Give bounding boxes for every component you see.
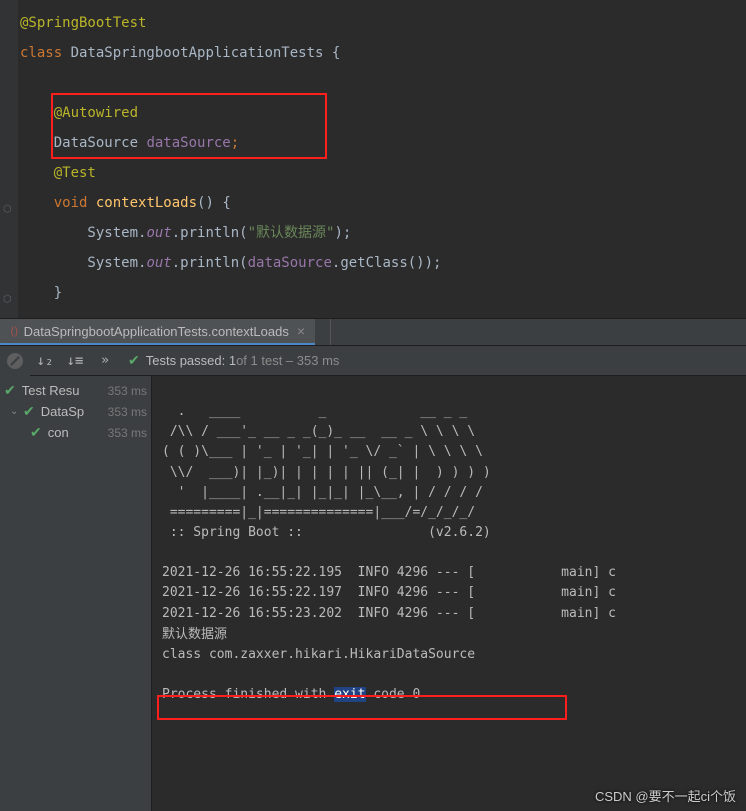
console-output[interactable]: . ____ _ __ _ _ /\\ / ___'_ __ _ _(_)_ _…	[152, 376, 746, 811]
out-1: out	[146, 225, 171, 241]
ascii-art-3: ( ( )\___ | '_ | '_| | '_ \/ _` | \ \ \ …	[162, 444, 483, 459]
tree-root-time: 353 ms	[108, 384, 147, 398]
check-icon: ✔	[23, 403, 35, 420]
log-line-3: 2021-12-26 16:55:23.202 INFO 4296 --- [ …	[162, 606, 616, 621]
exit-highlighted: exit	[334, 687, 365, 702]
annotation-test: @Test	[54, 165, 96, 181]
method-contextloads: contextLoads	[96, 195, 197, 211]
bottom-panel: ✔ Test Resu 353 ms ⌄ ✔ DataSp 353 ms ✔ c…	[0, 376, 746, 811]
ascii-art-4: \\/ ___)| |_)| | | | | || (_| | ) ) ) )	[162, 465, 491, 480]
tab-label: DataSpringbootApplicationTests.contextLo…	[24, 324, 289, 339]
class-name: DataSpringbootApplicationTests	[71, 45, 332, 61]
chevron-down-icon[interactable]: ⌄	[10, 406, 20, 417]
out-2: out	[146, 255, 171, 271]
tree-node-method[interactable]: ✔ con 353 ms	[0, 422, 151, 443]
field-datasource: dataSource	[146, 135, 230, 151]
log-line-2: 2021-12-26 16:55:22.197 INFO 4296 --- [ …	[162, 585, 616, 600]
println-2: .println(	[172, 255, 248, 271]
tree-leaf-label: con	[48, 425, 69, 440]
active-run-tab[interactable]: ⟨⟩ DataSpringbootApplicationTests.contex…	[0, 319, 315, 345]
tree-root-label: Test Resu	[22, 383, 80, 398]
tests-passed-total: of 1 test – 353 ms	[236, 353, 339, 368]
chevron-right-icon: »	[101, 353, 109, 368]
ascii-art-2: /\\ / ___'_ __ _ _(_)_ __ __ _ \ \ \ \	[162, 424, 475, 439]
override-icon: ⬡	[3, 195, 12, 225]
spring-boot-version: :: Spring Boot :: (v2.6.2)	[162, 525, 491, 540]
output-line-1: 默认数据源	[162, 626, 227, 641]
brace-close: }	[20, 285, 62, 301]
expand-button[interactable]: »	[90, 346, 120, 376]
system-call-1a: System.	[20, 225, 146, 241]
exit-post: code 0	[366, 687, 421, 702]
tree-node-class[interactable]: ⌄ ✔ DataSp 353 ms	[0, 401, 151, 422]
sort-az-button[interactable]: ↓₂	[30, 346, 60, 376]
code-editor[interactable]: ⬡ ⬡ @SpringBootTest class DataSpringboot…	[0, 0, 746, 318]
divider	[330, 319, 331, 345]
test-results-tree[interactable]: ✔ Test Resu 353 ms ⌄ ✔ DataSp 353 ms ✔ c…	[0, 376, 152, 811]
keyword-void: void	[54, 195, 96, 211]
tree-node-time: 353 ms	[108, 405, 147, 419]
tree-root[interactable]: ✔ Test Resu 353 ms	[0, 380, 151, 401]
fold-icon: ⬡	[3, 285, 12, 315]
system-call-2a: System.	[20, 255, 146, 271]
string-literal: "默认数据源"	[248, 225, 335, 241]
output-line-2: class com.zaxxer.hikari.HikariDataSource	[162, 647, 475, 662]
check-icon: ✔	[30, 424, 42, 441]
annotation-springboottest: @SpringBootTest	[20, 15, 146, 31]
semicolon: ;	[231, 135, 239, 151]
close-icon[interactable]: ×	[297, 323, 305, 339]
ascii-art-1: . ____ _ __ _ _	[162, 404, 467, 419]
watermark: CSDN @要不一起ci个饭	[595, 786, 736, 805]
keyword-class: class	[20, 45, 71, 61]
gutter: ⬡ ⬡	[0, 0, 18, 318]
test-status: ✔ Tests passed: 1 of 1 test – 353 ms	[128, 352, 339, 369]
datasource-ref: dataSource	[248, 255, 332, 271]
brace-open: {	[332, 45, 340, 61]
tests-passed-count: Tests passed: 1	[146, 353, 236, 368]
test-toolbar: ↓₂ ↓≡ » ✔ Tests passed: 1 of 1 test – 35…	[0, 346, 746, 376]
ascii-art-6: =========|_|==============|___/=/_/_/_/	[162, 505, 475, 520]
parens: () {	[197, 195, 231, 211]
test-tab-icon: ⟨⟩	[10, 325, 19, 338]
getclass: .getClass());	[332, 255, 442, 271]
check-icon: ✔	[128, 352, 140, 369]
tree-node-label: DataSp	[41, 404, 84, 419]
check-icon: ✔	[4, 382, 16, 399]
run-tab-bar: ⟨⟩ DataSpringbootApplicationTests.contex…	[0, 318, 746, 346]
println-1: .println(	[172, 225, 248, 241]
ascii-art-5: ' |____| .__|_| |_|_| |_\__, | / / / /	[162, 485, 483, 500]
exit-pre: Process finished with	[162, 687, 334, 702]
end-1: );	[334, 225, 351, 241]
annotation-autowired: @Autowired	[54, 105, 138, 121]
tree-leaf-time: 353 ms	[108, 426, 147, 440]
no-entry-icon	[7, 353, 23, 369]
sort-time-button[interactable]: ↓≡	[60, 346, 90, 376]
log-line-1: 2021-12-26 16:55:22.195 INFO 4296 --- [ …	[162, 565, 616, 580]
type-datasource: DataSource	[54, 135, 147, 151]
stop-button[interactable]	[0, 346, 30, 376]
